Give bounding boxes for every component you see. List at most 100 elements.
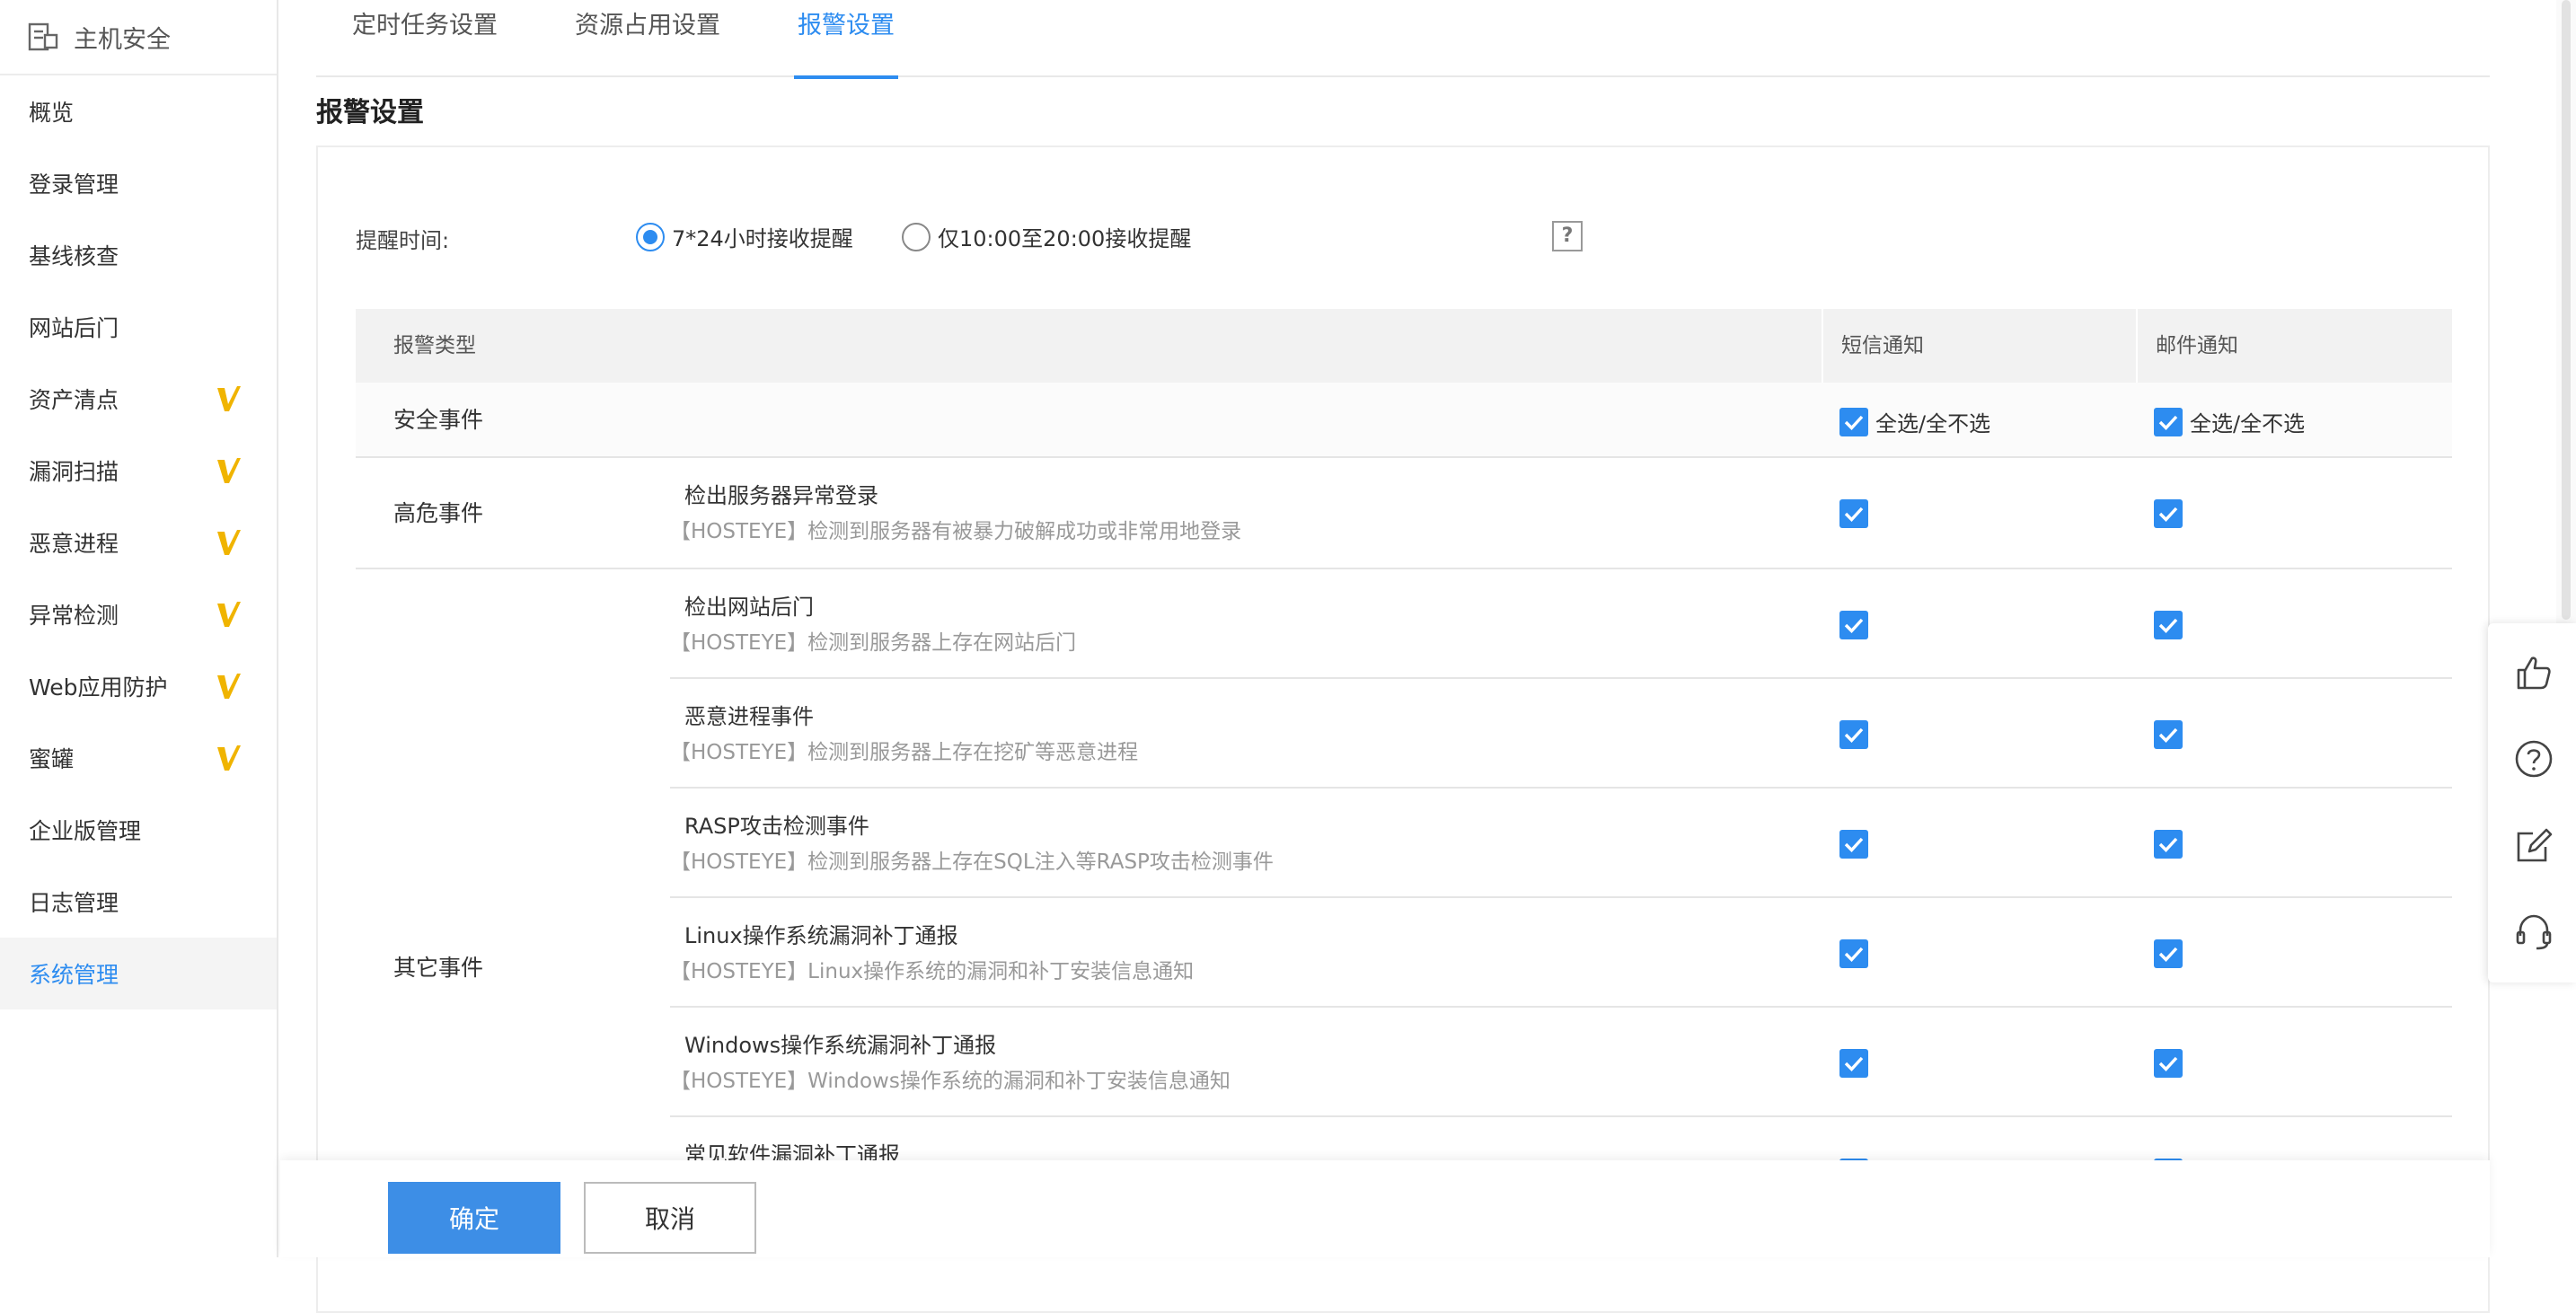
- settings-tabs: 定时任务设置 资源占用设置 报警设置: [316, 0, 2490, 79]
- checkbox-checked[interactable]: [2154, 407, 2183, 436]
- event-title: 检出服务器异常登录: [684, 483, 878, 508]
- checkbox-checked[interactable]: [1839, 407, 1868, 436]
- check-icon: [1844, 415, 1864, 430]
- radio-checked[interactable]: [636, 222, 665, 251]
- sidebar-nav: 概览 登录管理 基线核查 网站后门 资产清点 漏洞扫描 恶意进程 异常检测 We…: [0, 75, 277, 1009]
- header-email: 邮件通知: [2156, 334, 2238, 357]
- check-icon: [1844, 1056, 1864, 1071]
- sidebar-item-login[interactable]: 登录管理: [0, 147, 277, 219]
- email-checkbox[interactable]: [2154, 830, 2183, 859]
- reminder-option-daytime[interactable]: 仅10:00至20:00接收提醒: [902, 221, 1191, 252]
- help-circle-icon[interactable]: [2513, 738, 2554, 780]
- sms-checkbox[interactable]: [1839, 1049, 1868, 1078]
- sidebar-item-overview[interactable]: 概览: [0, 75, 277, 147]
- scrollbar-thumb[interactable]: [2562, 0, 2571, 620]
- event-group-label: 高危事件: [393, 500, 484, 526]
- tab-scheduled-tasks[interactable]: 定时任务设置: [352, 0, 498, 77]
- sidebar-item-malicious-process[interactable]: 恶意进程: [0, 507, 277, 578]
- alarm-table: 报警类型 短信通知 邮件通知 安全事件 全选/全不选 全选/全不选 高危事件 检…: [356, 309, 2452, 1227]
- check-icon: [2158, 1056, 2178, 1071]
- sidebar-item-system[interactable]: 系统管理: [0, 938, 277, 1009]
- sms-checkbox[interactable]: [1839, 720, 1868, 749]
- check-icon: [2158, 947, 2178, 962]
- sidebar-item-logs[interactable]: 日志管理: [0, 866, 277, 938]
- select-all-label: 全选/全不选: [1875, 411, 1991, 436]
- table-header: 报警类型 短信通知 邮件通知: [356, 309, 2452, 383]
- v-badge-icon: [217, 530, 241, 555]
- reminder-option-label: 7*24小时接收提醒: [672, 226, 853, 251]
- security-events-label: 安全事件: [393, 407, 484, 433]
- v-badge-icon: [217, 745, 241, 771]
- table-row: Linux操作系统漏洞补丁通报 【HOSTEYE】Linux操作系统的漏洞和补丁…: [670, 898, 2452, 1008]
- sms-checkbox[interactable]: [1839, 611, 1868, 639]
- radio-unchecked[interactable]: [902, 222, 931, 251]
- event-group-other: 其它事件 检出网站后门 【HOSTEYE】检测到服务器上存在网站后门 恶意进程事…: [356, 569, 2452, 1227]
- event-group-high-risk: 高危事件 检出服务器异常登录 【HOSTEYE】检测到服务器有被暴力破解成功或非…: [356, 458, 2452, 569]
- sidebar-item-label: 恶意进程: [29, 531, 119, 557]
- sms-checkbox[interactable]: [1839, 499, 1868, 528]
- table-row: 检出网站后门 【HOSTEYE】检测到服务器上存在网站后门: [670, 569, 2452, 679]
- sidebar-item-anomaly[interactable]: 异常检测: [0, 578, 277, 650]
- v-badge-icon: [217, 458, 241, 483]
- email-select-all[interactable]: 全选/全不选: [2154, 406, 2305, 437]
- check-icon: [1844, 947, 1864, 962]
- sms-checkbox[interactable]: [1839, 939, 1868, 968]
- sidebar-item-label: 概览: [29, 100, 75, 126]
- check-icon: [1844, 727, 1864, 743]
- sidebar-item-webshell[interactable]: 网站后门: [0, 291, 277, 363]
- sms-checkbox[interactable]: [1839, 830, 1868, 859]
- select-all-label: 全选/全不选: [2190, 411, 2306, 436]
- brand-title: 主机安全: [74, 25, 171, 54]
- sidebar-item-vuln-scan[interactable]: 漏洞扫描: [0, 435, 277, 507]
- tab-alarm-settings[interactable]: 报警设置: [794, 0, 898, 79]
- sidebar-item-label: 基线核查: [29, 243, 119, 269]
- check-icon: [1844, 507, 1864, 522]
- sms-select-all[interactable]: 全选/全不选: [1839, 406, 1990, 437]
- sidebar-item-label: 登录管理: [29, 172, 119, 198]
- check-icon: [1844, 837, 1864, 852]
- event-desc: 【HOSTEYE】检测到服务器有被暴力破解成功或非常用地登录: [670, 520, 1242, 543]
- alarm-settings-panel: 提醒时间: 7*24小时接收提醒 仅10:00至20:00接收提醒 ? 报警类型…: [316, 145, 2490, 1313]
- email-checkbox[interactable]: [2154, 499, 2183, 528]
- help-icon[interactable]: ?: [1552, 221, 1583, 251]
- brand[interactable]: 主机安全: [0, 0, 277, 75]
- sidebar-item-waf[interactable]: Web应用防护: [0, 650, 277, 722]
- sidebar-item-baseline[interactable]: 基线核查: [0, 219, 277, 291]
- form-footer: 确定 取消: [280, 1160, 2490, 1257]
- sidebar-item-assets[interactable]: 资产清点: [0, 363, 277, 435]
- v-badge-icon: [217, 386, 241, 411]
- sidebar-item-label: 日志管理: [29, 890, 119, 916]
- thumbs-up-icon[interactable]: [2513, 652, 2554, 693]
- sidebar-item-label: 异常检测: [29, 603, 119, 629]
- confirm-button[interactable]: 确定: [388, 1182, 560, 1254]
- header-divider: [1822, 309, 1823, 383]
- header-alarm-type: 报警类型: [393, 334, 476, 357]
- email-checkbox[interactable]: [2154, 1049, 2183, 1078]
- event-title: Windows操作系统漏洞补丁通报: [684, 1033, 997, 1058]
- sidebar-item-label: 资产清点: [29, 387, 119, 413]
- email-checkbox[interactable]: [2154, 611, 2183, 639]
- headset-icon[interactable]: [2513, 911, 2554, 952]
- server-icon: [28, 22, 58, 51]
- table-row: RASP攻击检测事件 【HOSTEYE】检测到服务器上存在SQL注入等RASP攻…: [670, 789, 2452, 898]
- email-checkbox[interactable]: [2154, 939, 2183, 968]
- edit-icon[interactable]: [2513, 824, 2554, 866]
- tab-resource-usage[interactable]: 资源占用设置: [575, 0, 720, 77]
- sidebar-item-label: 系统管理: [29, 962, 119, 988]
- event-title: RASP攻击检测事件: [684, 814, 869, 839]
- event-desc: 【HOSTEYE】Windows操作系统的漏洞和补丁安装信息通知: [670, 1070, 1231, 1093]
- check-icon: [2158, 618, 2178, 633]
- sidebar-item-label: 企业版管理: [29, 818, 142, 844]
- sidebar-item-honeypot[interactable]: 蜜罐: [0, 722, 277, 794]
- email-checkbox[interactable]: [2154, 720, 2183, 749]
- check-icon: [2158, 507, 2178, 522]
- sidebar-item-enterprise[interactable]: 企业版管理: [0, 794, 277, 866]
- table-row: 检出服务器异常登录 【HOSTEYE】检测到服务器有被暴力破解成功或非常用地登录: [670, 458, 2452, 568]
- sidebar: 主机安全 概览 登录管理 基线核查 网站后门 资产清点 漏洞扫描 恶意进程 异常…: [0, 0, 278, 1257]
- v-badge-icon: [217, 602, 241, 627]
- cancel-button[interactable]: 取消: [584, 1182, 756, 1254]
- page-title: 报警设置: [316, 97, 424, 128]
- reminder-option-24x7[interactable]: 7*24小时接收提醒: [636, 221, 853, 252]
- sidebar-item-label: 蜜罐: [29, 746, 75, 772]
- check-icon: [2158, 415, 2178, 430]
